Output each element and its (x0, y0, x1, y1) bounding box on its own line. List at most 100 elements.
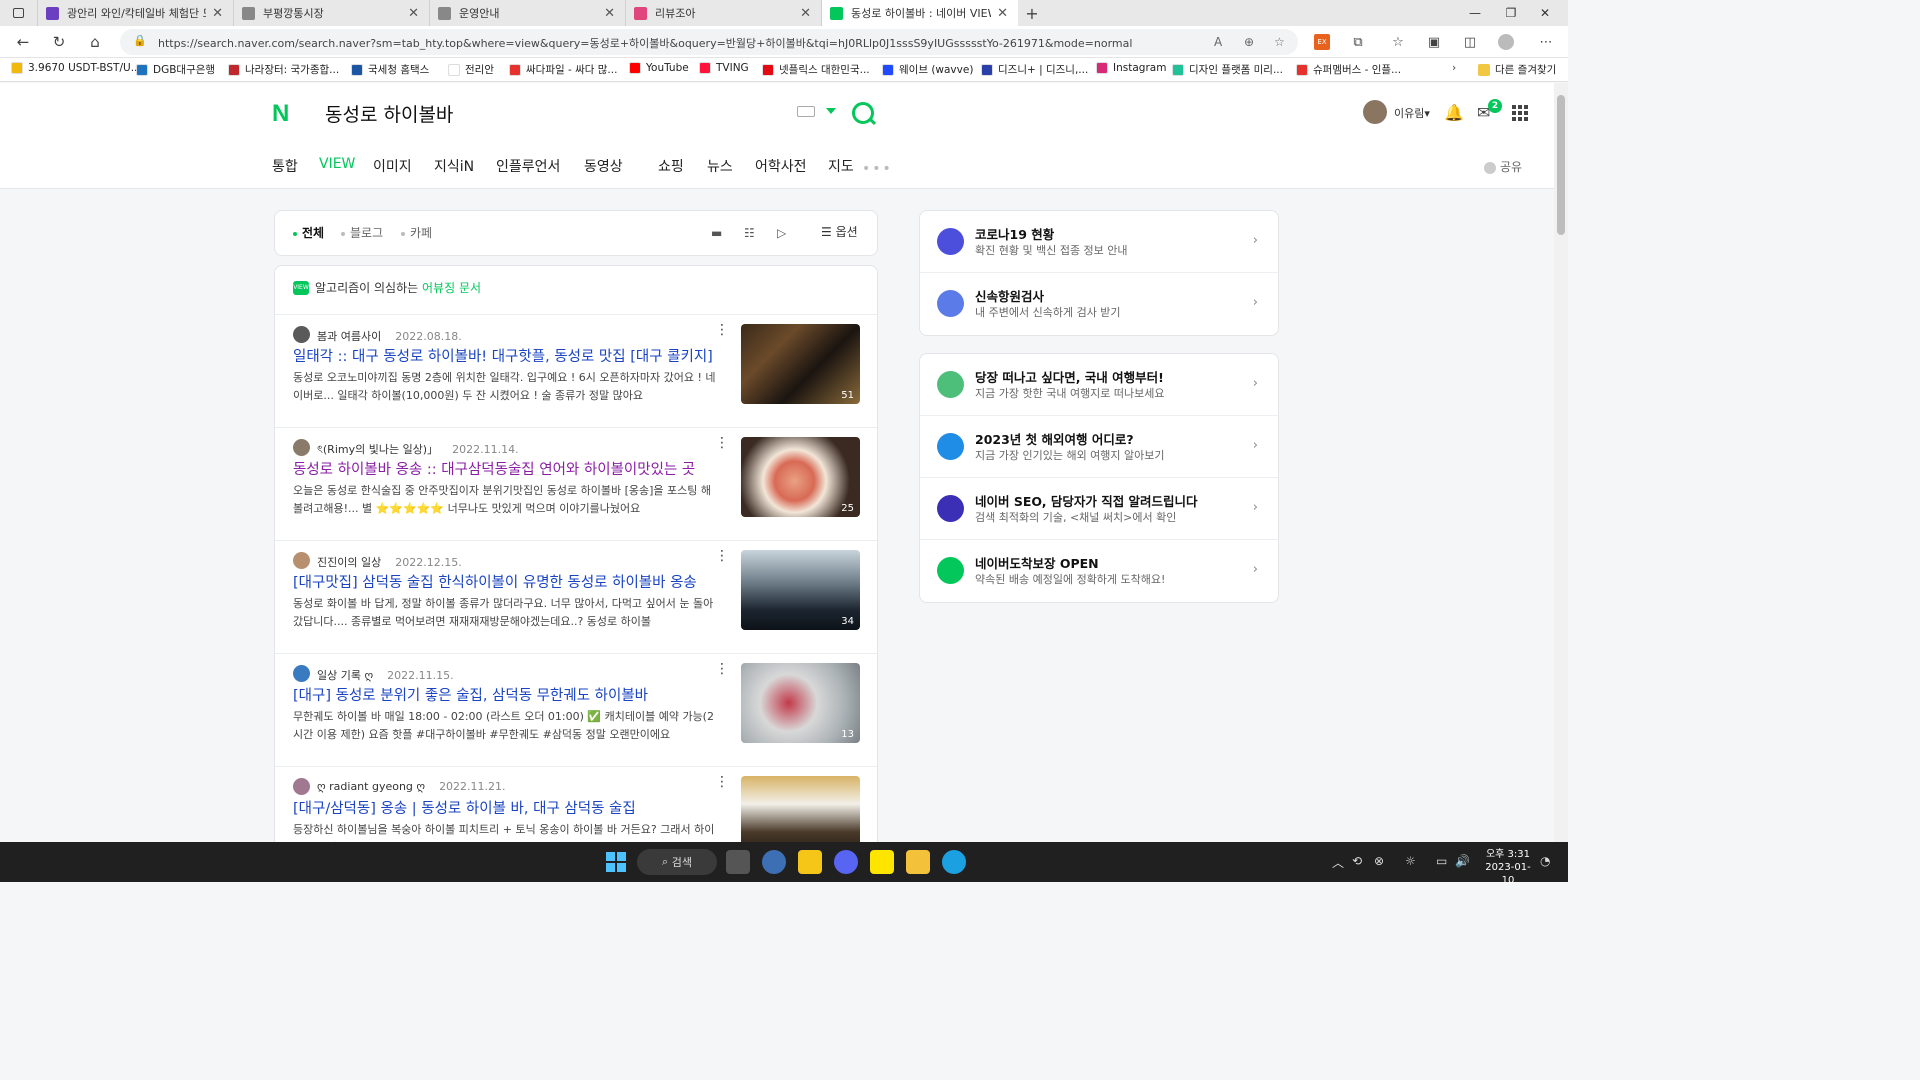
user-name[interactable]: 이유림▾ (1394, 105, 1430, 121)
stop-icon[interactable]: ⊗ (1374, 854, 1384, 868)
nav-tab-4[interactable]: 인플루언서 (496, 156, 584, 178)
bookmark-item[interactable]: 3.9670 USDT-BST/U... (11, 62, 141, 74)
sticky-notes-icon[interactable] (798, 850, 822, 874)
result-title-link[interactable]: [대구맛집] 삼덕동 술집 한식하이볼이 유명한 동성로 하이볼바 옹송 (293, 571, 721, 592)
close-icon[interactable]: ✕ (800, 6, 811, 21)
notifications-icon[interactable]: ◔ (1540, 854, 1550, 868)
browser-tab-1[interactable]: 부평깡통시장 ✕ (234, 0, 430, 26)
collections-icon[interactable]: ▣ (1426, 34, 1442, 50)
result-title-link[interactable]: [대구] 동성로 분위기 좋은 술집, 삼덕동 무한궤도 하이볼바 (293, 684, 721, 705)
more-vertical-icon[interactable]: ⋮ (715, 322, 729, 338)
bell-icon[interactable]: 🔔 (1444, 103, 1464, 122)
close-icon[interactable]: ✕ (212, 6, 223, 21)
bookmarks-overflow-icon[interactable]: › (1452, 62, 1456, 74)
avatar[interactable] (293, 439, 310, 456)
bookmark-item[interactable]: 디즈니+ | 디즈니,... (981, 62, 1088, 77)
keyboard-icon[interactable] (797, 106, 815, 117)
screenshot-icon[interactable]: ◫ (1462, 34, 1478, 50)
favorites-icon[interactable]: ☆ (1390, 34, 1406, 50)
result-title-link[interactable]: 동성로 하이볼바 옹송 :: 대구삼덕동술집 연어와 하이볼이맛있는 곳 (293, 458, 721, 479)
side-card-row[interactable]: 2023년 첫 해외여행 어디로? 지금 가장 인기있는 해외 여행지 알아보기 › (920, 416, 1278, 478)
nav-tab-8[interactable]: 어학사전 (755, 156, 828, 178)
list-view-icon[interactable]: ▬ (711, 226, 725, 240)
avatar[interactable] (293, 778, 310, 795)
result-thumbnail[interactable]: 51 (741, 324, 860, 404)
filter-tab-all[interactable]: 전체 (293, 224, 324, 241)
back-button[interactable]: ← (11, 31, 35, 53)
read-aloud-icon[interactable]: A (1214, 35, 1222, 49)
bookmark-item[interactable]: 슈퍼멤버스 - 인플... (1296, 62, 1401, 77)
nav-tab-6[interactable]: 쇼핑 (658, 156, 707, 178)
browser-tab-0[interactable]: 광안리 와인/칵테일바 체험단 모 ✕ (38, 0, 234, 26)
profile-icon[interactable] (1498, 34, 1514, 50)
more-tabs-icon[interactable]: ••• (862, 161, 893, 177)
more-menu-icon[interactable]: ⋯ (1538, 34, 1554, 50)
browser-tab-3[interactable]: 리뷰조아 ✕ (626, 0, 822, 26)
sync-icon[interactable]: ⟲ (1352, 854, 1362, 868)
bookmark-item[interactable]: 싸다파일 - 싸다 많... (509, 62, 617, 77)
avatar[interactable] (293, 552, 310, 569)
tab-actions-button[interactable] (0, 0, 38, 26)
close-window-button[interactable]: ✕ (1522, 0, 1568, 26)
bookmark-item[interactable]: 웨이브 (wavve) (882, 62, 973, 77)
bookmark-item[interactable]: 디자인 플랫폼 미리... (1172, 62, 1283, 77)
nav-tab-3[interactable]: 지식iN (434, 156, 496, 178)
result-title-link[interactable]: 일태각 :: 대구 동성로 하이볼바! 대구핫플, 동성로 맛집 [대구 콜키지… (293, 345, 721, 366)
browser-tab-4[interactable]: 동성로 하이볼바 : 네이버 VIEW검색 ✕ (822, 0, 1018, 26)
options-button[interactable]: ☰ 옵션 (821, 223, 858, 240)
more-vertical-icon[interactable]: ⋮ (715, 774, 729, 790)
share-button[interactable]: 공유 (1484, 158, 1522, 175)
bookmark-item[interactable]: 넷플릭스 대한민국... (762, 62, 870, 77)
home-button[interactable]: ⌂ (83, 31, 107, 53)
kakaotalk-icon[interactable] (870, 850, 894, 874)
task-view-icon[interactable] (726, 850, 750, 874)
bookmark-item[interactable]: 전리안 (448, 62, 494, 77)
system-clock[interactable]: 오후 3:31 2023-01-10 (1480, 848, 1536, 887)
side-card-row[interactable]: 네이버 SEO, 담당자가 직접 알려드립니다 검색 최적화의 기술, <채널 써… (920, 478, 1278, 540)
author-name[interactable]: 진진이의 일상 (317, 556, 381, 569)
page-scrollbar[interactable] (1554, 83, 1568, 842)
tray-chevron-icon[interactable]: ︿ (1332, 854, 1344, 871)
browser-tab-2[interactable]: 운영안내 ✕ (430, 0, 626, 26)
brightness-icon[interactable]: ☼ (1405, 854, 1416, 868)
bookmark-item[interactable]: TVING (699, 62, 749, 74)
side-card-row[interactable]: 신속항원검사 내 주변에서 신속하게 검사 받기 › (920, 273, 1278, 335)
favorite-star-icon[interactable]: ☆ (1274, 35, 1285, 49)
naver-logo[interactable]: N (272, 100, 289, 128)
result-thumbnail[interactable]: 13 (741, 663, 860, 743)
side-card-row[interactable]: 네이버도착보장 OPEN 약속된 배송 예정일에 정확하게 도착해요! › (920, 540, 1278, 602)
search-input[interactable]: 동성로 하이볼바 (325, 100, 453, 127)
bookmark-item[interactable]: 나라장터: 국가종합... (228, 62, 339, 77)
more-vertical-icon[interactable]: ⋮ (715, 548, 729, 564)
abuse-doc-link[interactable]: 어뷰징 문서 (422, 279, 481, 296)
bookmark-item[interactable]: YouTube (629, 62, 689, 74)
more-vertical-icon[interactable]: ⋮ (715, 435, 729, 451)
reload-button[interactable]: ↻ (47, 31, 71, 53)
taskbar-search[interactable]: ⌕ 검색 (637, 849, 717, 875)
caret-down-icon[interactable] (826, 108, 836, 114)
apps-grid-icon[interactable] (1512, 105, 1528, 121)
zoom-icon[interactable]: ⊕ (1244, 35, 1254, 49)
file-explorer-icon[interactable] (906, 850, 930, 874)
close-icon[interactable]: ✕ (408, 6, 419, 21)
result-thumbnail[interactable]: 25 (741, 437, 860, 517)
side-card-row[interactable]: 당장 떠나고 싶다면, 국내 여행부터! 지금 가장 핫한 국내 여행지로 떠나보… (920, 354, 1278, 416)
address-bar[interactable]: 🔒 https://search.naver.com/search.naver?… (120, 29, 1298, 55)
result-thumbnail[interactable]: 34 (741, 550, 860, 630)
author-name[interactable]: ৎ(Rimy의 빛나는 일상)」 (317, 443, 438, 456)
url-text[interactable]: https://search.naver.com/search.naver?sm… (158, 35, 1158, 51)
author-name[interactable]: 봄과 여름사이 (317, 330, 381, 343)
video-view-icon[interactable]: ▷ (777, 226, 791, 240)
bookmark-item[interactable]: DGB대구은행 (136, 62, 215, 77)
scrollbar-thumb[interactable] (1557, 95, 1565, 235)
nav-tab-7[interactable]: 뉴스 (707, 156, 755, 178)
start-icon[interactable] (604, 850, 628, 874)
network-icon[interactable]: ▭ (1436, 854, 1447, 868)
result-title-link[interactable]: [대구/삼덕동] 옹송 | 동성로 하이볼 바, 대구 삼덕동 술집 (293, 797, 721, 818)
filter-tab-blog[interactable]: 블로그 (341, 224, 383, 241)
bookmark-item[interactable]: Instagram (1096, 62, 1166, 74)
nav-tab-0[interactable]: 통합 (272, 156, 319, 178)
discord-icon[interactable] (834, 850, 858, 874)
search-icon[interactable] (852, 102, 874, 124)
author-name[interactable]: ღ radiant gyeong ღ (317, 780, 425, 793)
